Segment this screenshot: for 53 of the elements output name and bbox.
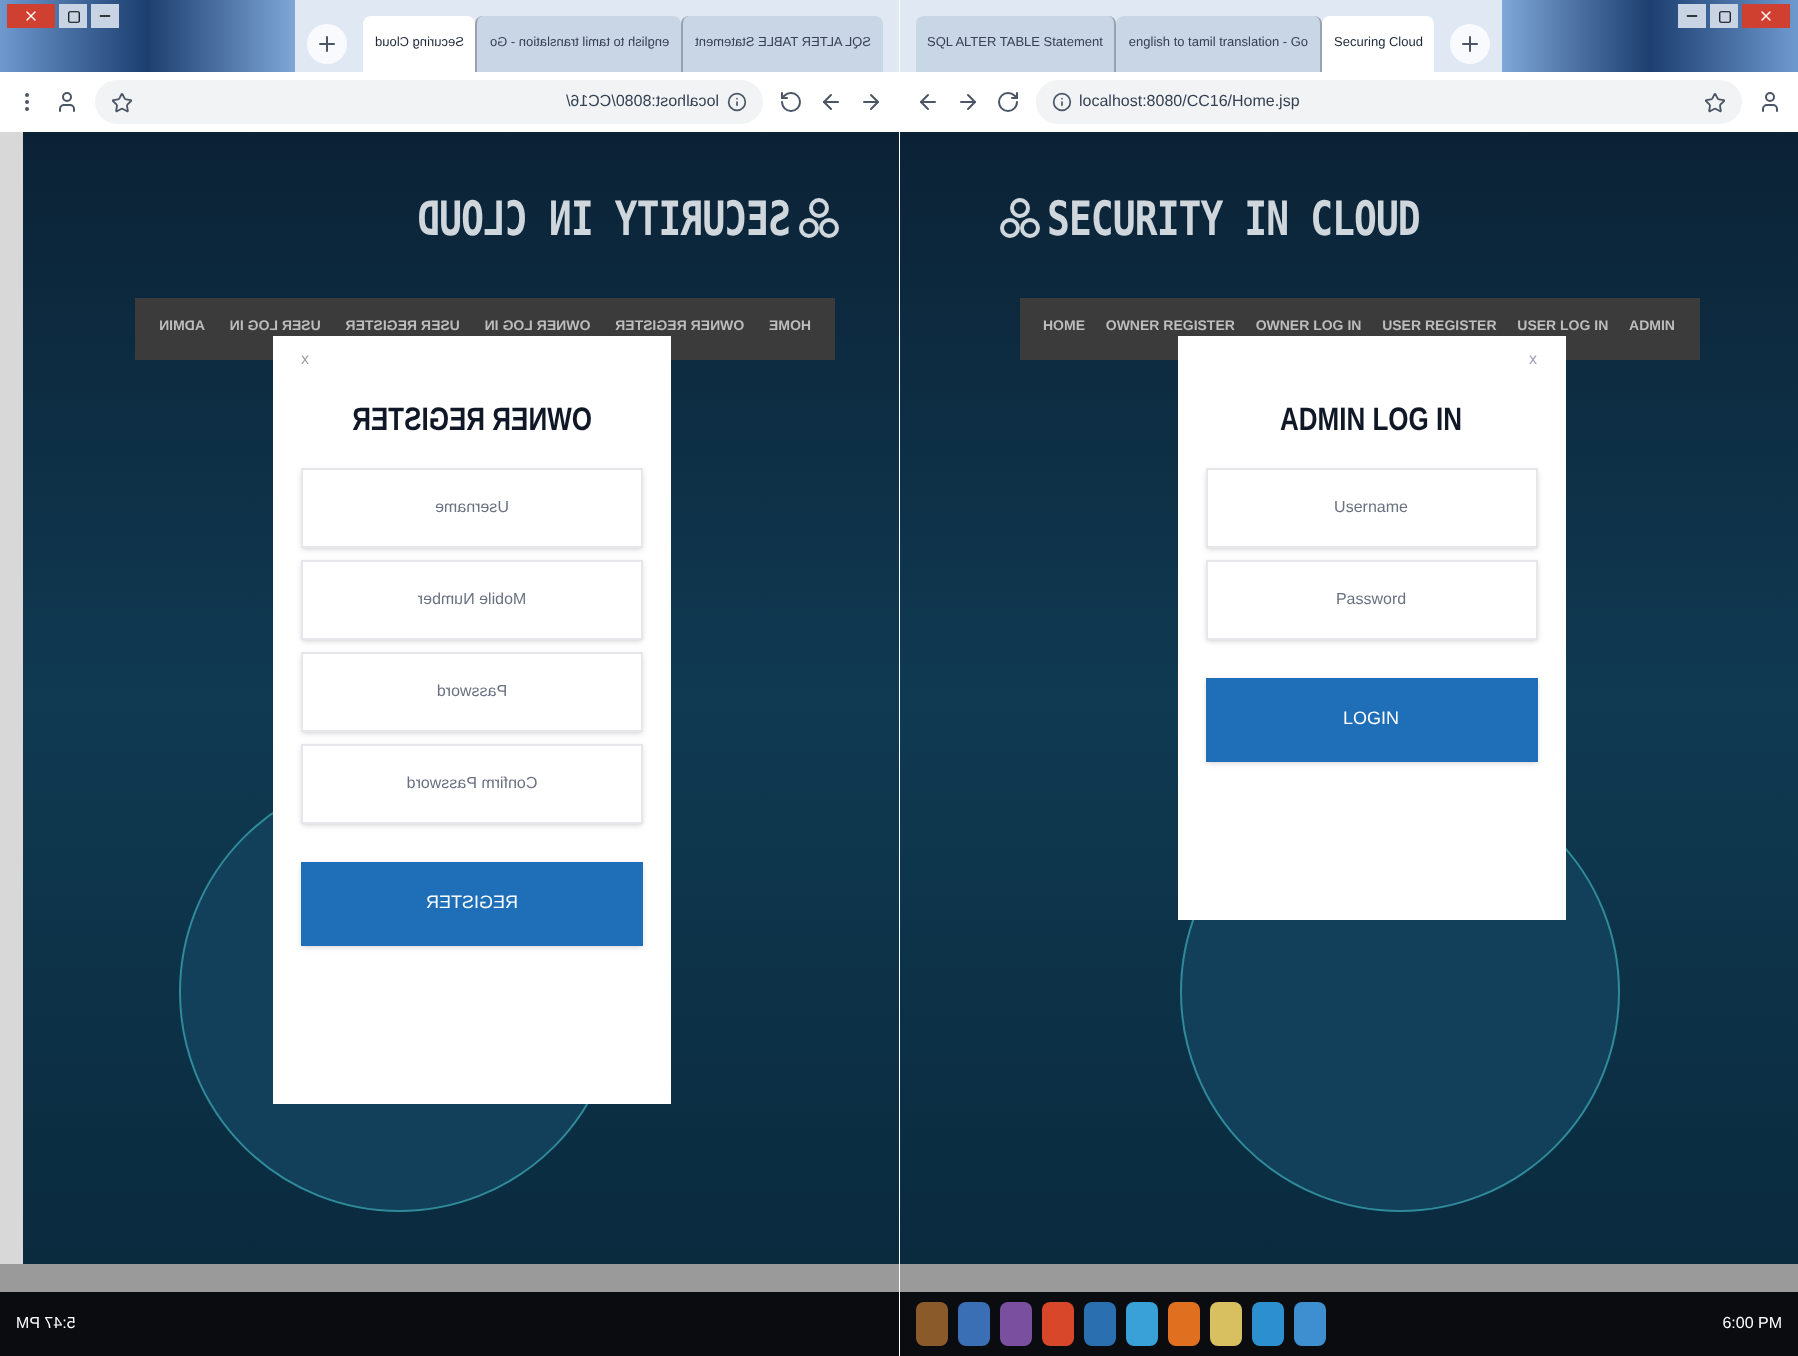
maximize-icon: [67, 9, 81, 23]
input-field[interactable]: Username: [1205, 467, 1537, 547]
maximize-button[interactable]: [60, 4, 88, 28]
site-logo-text: SECURITY IN CLOUD: [1047, 190, 1420, 252]
site-logo-text: SECURITY IN CLOUD: [418, 190, 791, 252]
minimize-button[interactable]: [1678, 4, 1706, 28]
plus-icon: [1458, 32, 1483, 56]
profile-icon[interactable]: [56, 90, 80, 114]
taskbar-app-icon[interactable]: [1209, 1302, 1241, 1346]
info-icon: [1051, 92, 1071, 112]
clock-text: 5:47 PM: [16, 1312, 76, 1336]
reload-icon[interactable]: [779, 90, 803, 114]
cloud-cluster-icon: [799, 198, 839, 243]
clock-text: 6:00 PM: [1722, 1312, 1782, 1336]
url-text: localhost:8080/CC16/Home.jsp: [1079, 90, 1300, 114]
horizontal-scrollbar[interactable]: [899, 1264, 1798, 1292]
info-icon: [727, 92, 747, 112]
modal-title: ADMIN LOG IN: [1280, 398, 1462, 442]
bookmark-star-icon[interactable]: [112, 91, 134, 113]
address-bar[interactable]: localhost:8080/CC16/Home.jsp: [1035, 80, 1742, 124]
taskbar-app-icon[interactable]: [1251, 1302, 1283, 1346]
maximize-icon: [1717, 9, 1731, 23]
forward-icon[interactable]: [955, 90, 979, 114]
address-bar[interactable]: localhost:8080/CC16/: [96, 80, 763, 124]
back-icon[interactable]: [915, 90, 939, 114]
input-field[interactable]: Password: [1205, 559, 1537, 639]
taskbar-app-icon[interactable]: [1167, 1302, 1199, 1346]
new-tab-button[interactable]: [1450, 24, 1491, 64]
login-button[interactable]: LOGIN: [1205, 677, 1537, 761]
back-icon[interactable]: [859, 90, 883, 114]
url-text: localhost:8080/CC16/: [566, 90, 719, 114]
input-field[interactable]: Confirm Password: [301, 743, 643, 823]
taskbar-app-icon[interactable]: [1125, 1302, 1157, 1346]
profile-icon[interactable]: [1758, 90, 1782, 114]
scrollbar[interactable]: [0, 132, 24, 1264]
cloud-cluster-icon: [999, 198, 1039, 243]
minimize-button[interactable]: [92, 4, 120, 28]
horizontal-scrollbar[interactable]: [0, 1264, 899, 1292]
close-icon: [24, 8, 40, 24]
reload-icon[interactable]: [995, 90, 1019, 114]
register-button[interactable]: REGISTER: [301, 861, 643, 945]
new-tab-button[interactable]: [307, 24, 348, 64]
taskbar-app-icon[interactable]: [1293, 1302, 1325, 1346]
plus-icon: [315, 32, 340, 56]
bookmark-star-icon[interactable]: [1704, 91, 1726, 113]
input-field[interactable]: Password: [301, 651, 643, 731]
close-icon: [1758, 8, 1774, 24]
modal-title: OWNER REGISTER: [352, 398, 592, 442]
maximize-button[interactable]: [1710, 4, 1738, 28]
input-field[interactable]: Mobile Number: [301, 559, 643, 639]
input-field[interactable]: Username: [301, 467, 643, 547]
taskbar-app-icon[interactable]: [1041, 1302, 1073, 1346]
forward-icon[interactable]: [819, 90, 843, 114]
